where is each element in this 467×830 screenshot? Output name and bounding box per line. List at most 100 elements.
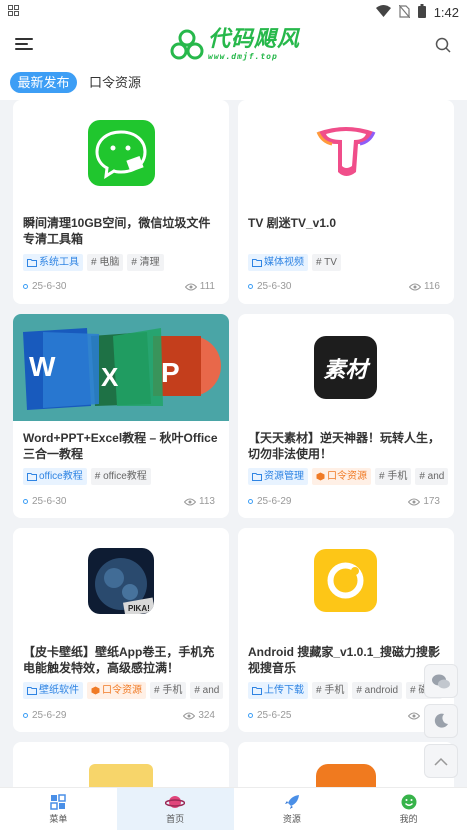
resource-card[interactable]: TV 剧迷TV_v1.0 媒体视频 # TV 25-6-30 116: [238, 100, 454, 304]
post-date: 25-6-30: [32, 496, 67, 507]
sucai-app-thumbnail: 素材: [314, 336, 377, 399]
source-tag[interactable]: 口令资源: [312, 468, 371, 485]
eye-icon: [184, 498, 197, 505]
logo-title: 代码飓风: [208, 27, 301, 52]
view-count: 324: [198, 710, 215, 721]
wechat-share-button[interactable]: [424, 664, 458, 698]
post-date: 25-6-25: [257, 710, 292, 721]
folder-icon: [27, 472, 37, 481]
eye-icon: [409, 283, 422, 290]
svg-text:PIKA!: PIKA!: [128, 604, 150, 613]
logo-mark-icon: [170, 29, 204, 60]
grid-icon: [8, 5, 19, 19]
eye-icon: [408, 498, 421, 505]
nav-profile[interactable]: 我的: [350, 788, 467, 830]
card-title: 【皮卡壁纸】壁纸App卷王，手机充电能触发特效，高级感拉满！: [23, 645, 215, 675]
pika-wallpaper-thumbnail: PIKA!: [88, 548, 154, 614]
back-to-top-button[interactable]: [424, 744, 458, 778]
resource-card[interactable]: PIKA! 【皮卡壁纸】壁纸App卷王，手机充电能触发特效，高级感拉满！ 壁纸软…: [13, 528, 229, 732]
wechat-icon: [432, 674, 450, 688]
resource-card[interactable]: 素材 【天天素材】逆天神器！玩转人生，切勿非法使用！ 资源管理 口令资源 # 手…: [238, 314, 454, 518]
post-date: 25-6-30: [257, 281, 292, 292]
hashtag[interactable]: # and: [415, 468, 449, 485]
card-title: TV 剧迷TV_v1.0: [248, 216, 337, 230]
date-dot-icon: [248, 284, 253, 289]
view-count: 111: [199, 281, 215, 292]
nav-resources[interactable]: 资源: [234, 788, 351, 830]
post-date: 25-6-29: [32, 710, 67, 721]
post-date: 25-6-29: [257, 496, 292, 507]
folder-icon: [27, 686, 37, 695]
no-sim-icon: [398, 4, 411, 21]
nav-menu[interactable]: 菜单: [0, 788, 117, 830]
card-title: 瞬间清理10GB空间，微信垃圾文件专清工具箱: [23, 216, 211, 246]
category-tag[interactable]: 壁纸软件: [23, 682, 83, 699]
post-date: 25-6-30: [32, 281, 67, 292]
category-tag[interactable]: 上传下载: [248, 682, 308, 699]
card-title: Word+PPT+Excel教程 – 秋叶Office三合一教程: [23, 431, 218, 461]
smile-icon: [401, 794, 417, 809]
eye-icon: [408, 712, 421, 719]
hashtag[interactable]: # 手机: [312, 682, 349, 699]
date-dot-icon: [248, 713, 253, 718]
category-tag[interactable]: 系统工具: [23, 254, 83, 271]
folder-icon: [252, 258, 262, 267]
status-bar: 1:42: [0, 0, 467, 24]
view-count: 116: [424, 281, 440, 292]
eye-icon: [183, 712, 196, 719]
source-tag[interactable]: 口令资源: [87, 682, 146, 699]
rocket-icon: [284, 794, 299, 809]
date-dot-icon: [23, 713, 28, 718]
hashtag[interactable]: # 电脑: [87, 254, 124, 271]
bottom-navigation: 菜单 首页 资源 我的: [0, 787, 467, 830]
hashtag[interactable]: # 清理: [127, 254, 164, 271]
wifi-icon: [375, 5, 391, 20]
resource-card[interactable]: 瞬间清理10GB空间，微信垃圾文件专清工具箱 系统工具 # 电脑 # 清理 25…: [13, 100, 229, 304]
nav-home[interactable]: 首页: [116, 788, 234, 830]
svg-text:P: P: [161, 357, 180, 388]
hashtag[interactable]: # and: [190, 682, 224, 699]
view-count: 113: [199, 496, 215, 507]
search-icon[interactable]: [435, 37, 451, 53]
hashtag[interactable]: # 手机: [150, 682, 187, 699]
site-logo[interactable]: 代码飓风 www.dmjf.top: [170, 26, 300, 64]
card-title: 【天天素材】逆天神器！玩转人生，切勿非法使用！: [248, 431, 441, 461]
box-icon: [91, 686, 100, 695]
hashtag[interactable]: # android: [352, 682, 403, 699]
resource-card[interactable]: P X W Word+PPT+Excel教程 – 秋叶Office三合一教程 o…: [13, 314, 229, 518]
hashtag[interactable]: # 手机: [375, 468, 412, 485]
svg-text:X: X: [101, 362, 119, 392]
category-tag[interactable]: 媒体视频: [248, 254, 308, 271]
collector-app-thumbnail: [314, 549, 377, 612]
hamburger-menu-icon[interactable]: [15, 36, 33, 52]
box-icon: [316, 472, 325, 481]
clock: 1:42: [433, 5, 459, 20]
menu-grid-icon: [50, 793, 67, 810]
card-title: Android 搜藏家_v1.0.1_搜磁力搜影视搜音乐: [248, 645, 441, 675]
logo-subtitle: www.dmjf.top: [208, 52, 278, 61]
folder-icon: [252, 472, 262, 481]
view-count: 173: [423, 496, 440, 507]
wechat-cleaner-thumbnail: [88, 120, 155, 186]
folder-icon: [27, 258, 37, 267]
moon-icon: [434, 713, 448, 728]
hashtag[interactable]: # TV: [312, 254, 341, 271]
category-tag[interactable]: office教程: [23, 468, 87, 485]
tab-latest[interactable]: 最新发布: [10, 72, 77, 93]
resource-card[interactable]: Android 搜藏家_v1.0.1_搜磁力搜影视搜音乐 上传下载 # 手机 #…: [238, 528, 454, 732]
eye-icon: [184, 283, 197, 290]
chevron-up-icon: [434, 757, 448, 766]
app-header: 代码飓风 www.dmjf.top: [0, 24, 467, 66]
date-dot-icon: [23, 499, 28, 504]
category-tag[interactable]: 资源管理: [248, 468, 308, 485]
tv-app-thumbnail: [312, 122, 380, 182]
tab-password-resources[interactable]: 口令资源: [89, 72, 141, 93]
date-dot-icon: [23, 284, 28, 289]
date-dot-icon: [248, 499, 253, 504]
battery-icon: [417, 4, 426, 21]
folder-icon: [252, 686, 262, 695]
planet-icon: [165, 795, 186, 808]
dark-mode-button[interactable]: [424, 704, 458, 738]
category-tabs: 最新发布 口令资源: [0, 66, 467, 100]
hashtag[interactable]: # office教程: [90, 468, 151, 485]
